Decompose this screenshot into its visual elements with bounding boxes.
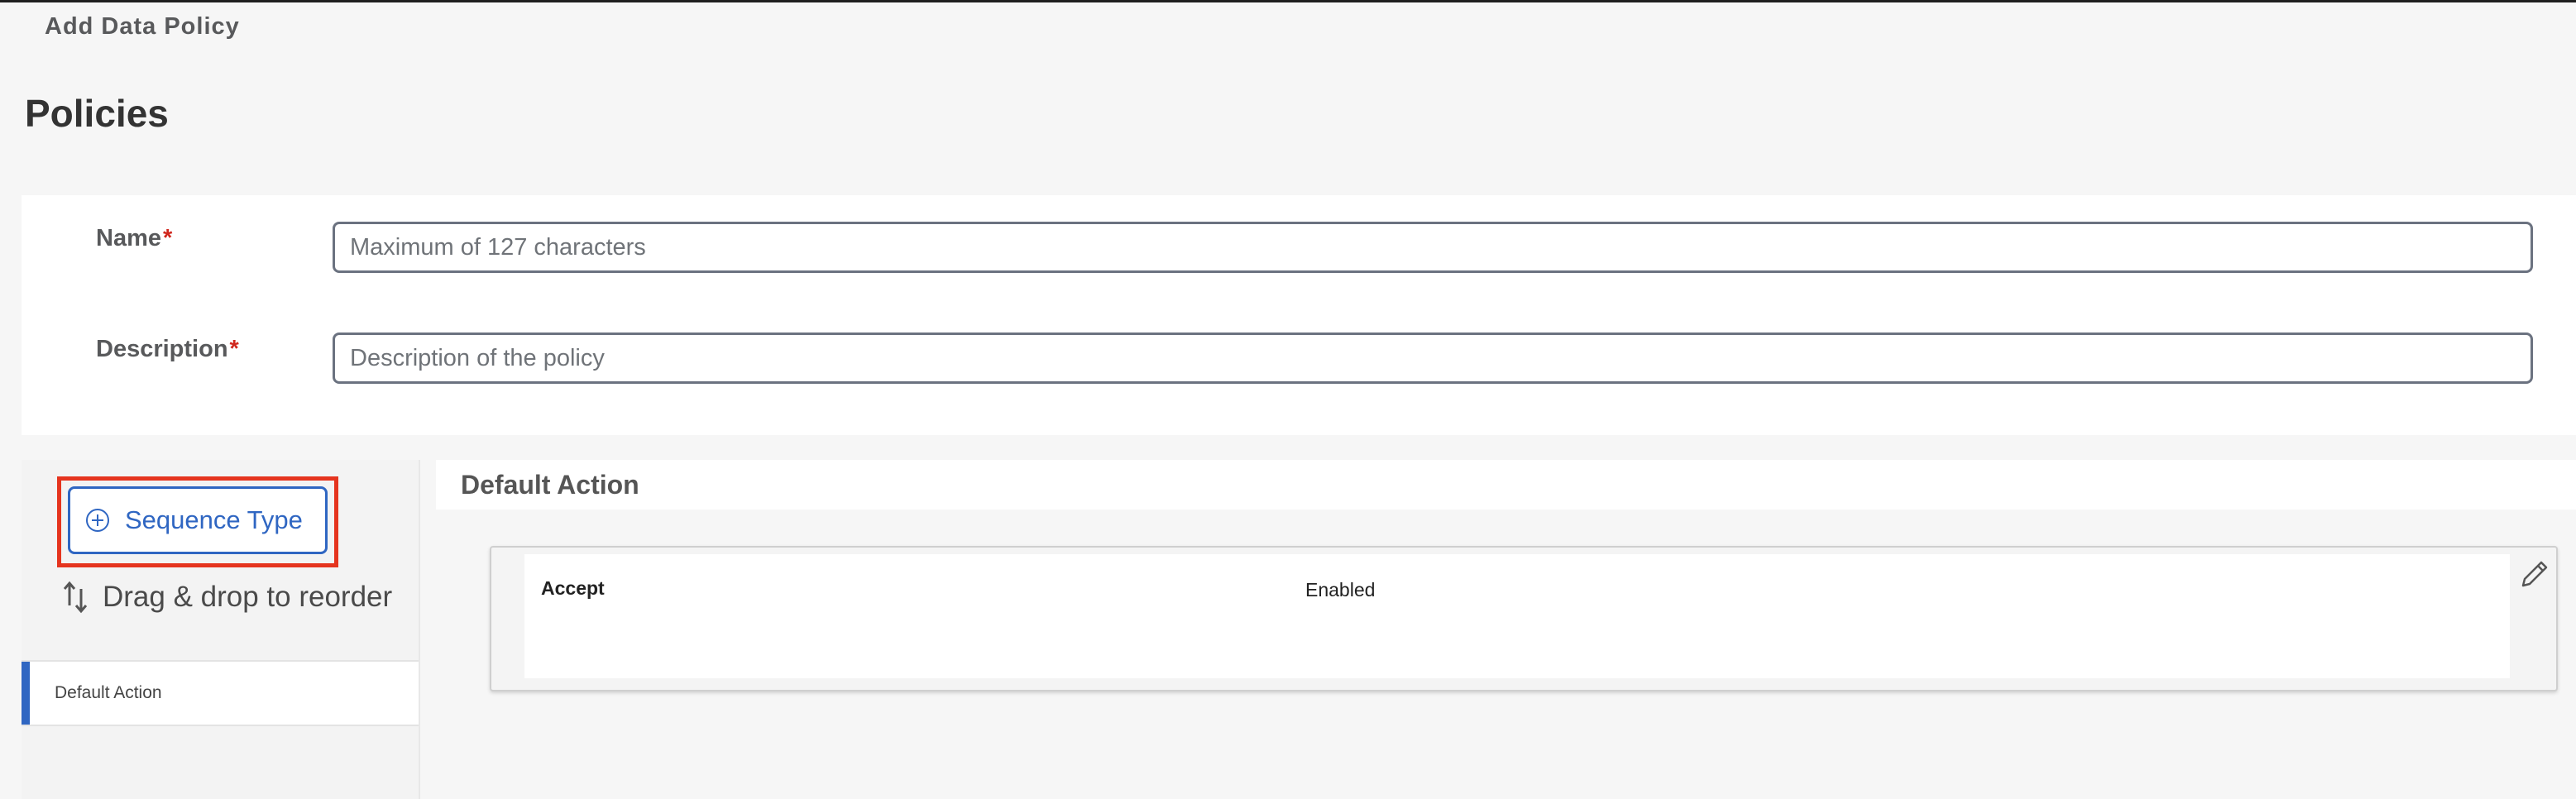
description-label: Description* bbox=[96, 336, 239, 362]
required-marker: * bbox=[229, 336, 239, 362]
reorder-hint-text: Drag & drop to reorder bbox=[103, 581, 393, 613]
name-input[interactable] bbox=[333, 222, 2533, 273]
sequence-type-label: Sequence Type bbox=[125, 505, 303, 534]
top-border bbox=[0, 0, 2576, 2]
page-title: Policies bbox=[25, 92, 169, 135]
description-input[interactable] bbox=[333, 333, 2533, 384]
reorder-arrows-icon bbox=[63, 581, 88, 614]
default-action-row: Accept Enabled bbox=[524, 554, 2510, 678]
sequence-item-default-action[interactable]: Default Action bbox=[22, 660, 419, 726]
name-label: Name* bbox=[96, 225, 173, 251]
sequence-type-button[interactable]: Sequence Type bbox=[68, 486, 328, 554]
policy-form: Name* Description* bbox=[22, 195, 2576, 435]
pencil-edit-icon[interactable] bbox=[2518, 557, 2551, 591]
required-marker: * bbox=[163, 225, 173, 251]
default-action-title: Default Action bbox=[461, 470, 639, 500]
default-action-card: Accept Enabled bbox=[490, 546, 2558, 691]
action-value: Accept bbox=[541, 577, 605, 599]
plus-circle-icon bbox=[86, 509, 109, 532]
reorder-hint: Drag & drop to reorder bbox=[61, 579, 392, 615]
status-value: Enabled bbox=[1305, 579, 1376, 600]
default-action-header: Default Action bbox=[436, 460, 2576, 510]
selected-indicator bbox=[22, 662, 30, 725]
breadcrumb: Add Data Policy bbox=[45, 13, 240, 40]
sequence-item-label: Default Action bbox=[55, 683, 162, 702]
